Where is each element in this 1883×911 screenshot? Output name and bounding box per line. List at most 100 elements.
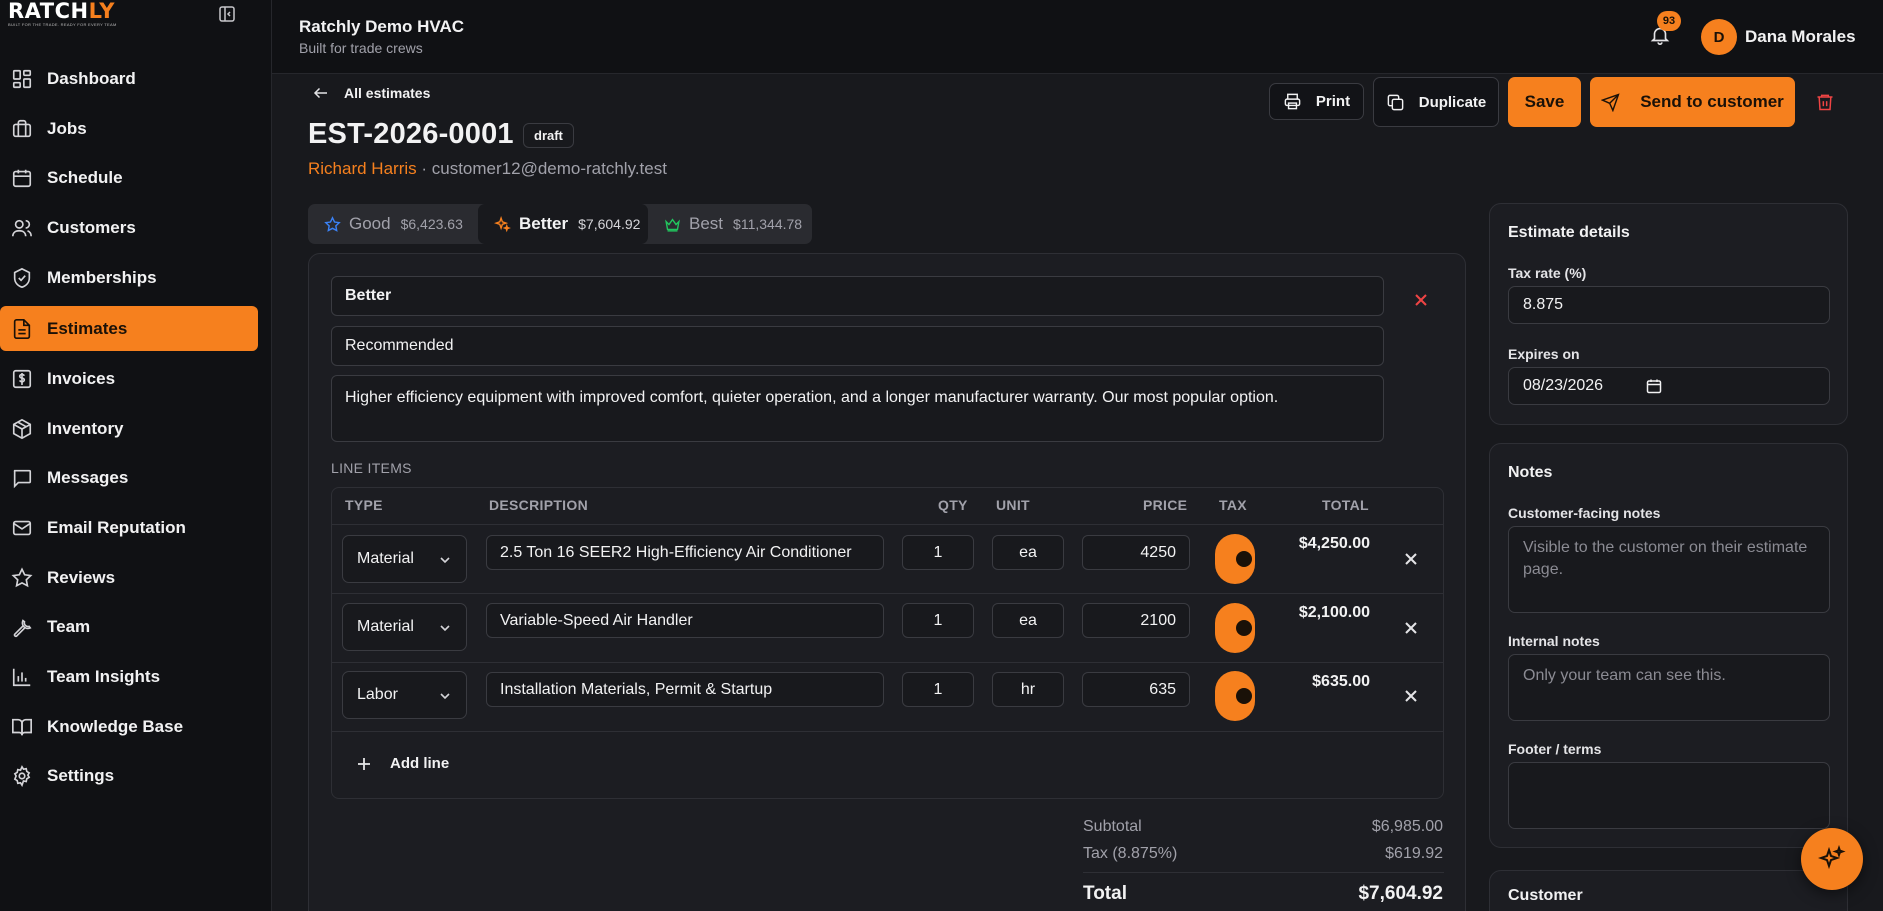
sidebar-item-label: Messages: [47, 467, 129, 487]
remove-line-close-icon[interactable]: [1403, 688, 1419, 704]
footer-terms-label: Footer / terms: [1508, 741, 1602, 757]
chevron-down-icon: [438, 553, 452, 567]
notification-count-badge: 93: [1657, 11, 1681, 31]
top-header: Ratchly Demo HVAC Built for trade crews …: [272, 0, 1883, 74]
sidebar-item-jobs[interactable]: Jobs: [0, 106, 258, 151]
customer-notes-textarea[interactable]: Visible to the customer on their estimat…: [1508, 526, 1830, 613]
arrow-left-icon: [312, 84, 330, 102]
line-price-input[interactable]: 2100: [1082, 603, 1190, 638]
option-description-textarea[interactable]: Higher efficiency equipment with improve…: [331, 375, 1384, 442]
expires-on-date-input[interactable]: 08/23/2026: [1508, 367, 1830, 405]
back-link-label: All estimates: [344, 85, 431, 101]
sidebar-item-customers[interactable]: Customers: [0, 205, 258, 250]
internal-notes-textarea[interactable]: Only your team can see this.: [1508, 654, 1830, 721]
user-avatar[interactable]: D: [1701, 19, 1737, 55]
remove-line-close-icon[interactable]: [1403, 551, 1419, 567]
sidebar-item-knowledge-base[interactable]: Knowledge Base: [0, 704, 258, 749]
invoice-dollar-icon: [11, 368, 33, 390]
sidebar-item-settings[interactable]: Settings: [0, 753, 258, 798]
footer-terms-textarea[interactable]: [1508, 762, 1830, 829]
calendar-picker-icon[interactable]: [1646, 378, 1662, 394]
sidebar-item-label: Memberships: [47, 267, 157, 287]
column-header-price: PRICE: [1143, 497, 1188, 513]
line-qty-input[interactable]: 1: [902, 535, 974, 570]
toggle-knob: [1236, 620, 1252, 636]
row-divider: [332, 524, 1443, 525]
row-divider: [332, 662, 1443, 663]
sidebar-item-messages[interactable]: Messages: [0, 455, 258, 500]
line-type-select[interactable]: Labor: [342, 671, 467, 719]
sidebar-item-memberships[interactable]: Memberships: [0, 255, 258, 300]
column-header-type: TYPE: [345, 497, 383, 513]
line-unit-input[interactable]: ea: [992, 603, 1064, 638]
line-tax-toggle[interactable]: [1215, 671, 1255, 721]
tax-rate-input[interactable]: 8.875: [1508, 286, 1830, 324]
add-line-button[interactable]: Add line: [356, 755, 449, 772]
ai-assistant-button[interactable]: [1801, 828, 1863, 890]
line-qty-input[interactable]: 1: [902, 603, 974, 638]
sidebar-item-inventory[interactable]: Inventory: [0, 406, 258, 451]
sidebar: RATCHLY BUILT FOR THE TRADE. READY FOR E…: [0, 0, 272, 911]
option-name-input[interactable]: Better: [331, 276, 1384, 316]
sidebar-item-team-insights[interactable]: Team Insights: [0, 654, 258, 699]
remove-line-close-icon[interactable]: [1403, 620, 1419, 636]
column-header-total: TOTAL: [1322, 497, 1369, 513]
tax-rate-label: Tax rate (%): [1508, 265, 1587, 281]
print-label: Print: [1315, 93, 1351, 110]
expires-on-label: Expires on: [1508, 346, 1580, 362]
user-name[interactable]: Dana Morales: [1745, 27, 1856, 47]
line-description-input[interactable]: 2.5 Ton 16 SEER2 High-Efficiency Air Con…: [486, 535, 884, 570]
line-tax-toggle[interactable]: [1215, 534, 1255, 584]
tier-tab-best[interactable]: Best $11,344.78: [648, 204, 812, 244]
tier-tabs: Good $6,423.63 Better $7,604.92 Best $11…: [308, 204, 812, 244]
line-price-input[interactable]: 635: [1082, 672, 1190, 707]
line-type-select[interactable]: Material: [342, 603, 467, 651]
sidebar-item-schedule[interactable]: Schedule: [0, 155, 258, 200]
save-button[interactable]: Save: [1508, 77, 1581, 127]
sidebar-item-estimates[interactable]: Estimates: [0, 306, 258, 351]
option-label-input[interactable]: Recommended: [331, 326, 1384, 366]
line-type-select[interactable]: Material: [342, 535, 467, 583]
book-icon: [11, 716, 33, 738]
sidebar-collapse-icon[interactable]: [218, 5, 236, 23]
total-value: $7,604.92: [1358, 883, 1443, 904]
send-label: Send to customer: [1640, 92, 1784, 111]
sidebar-item-invoices[interactable]: Invoices: [0, 356, 258, 401]
print-button[interactable]: Print: [1269, 83, 1364, 120]
tier-tab-good[interactable]: Good $6,423.63: [308, 204, 478, 244]
sidebar-item-email-reputation[interactable]: Email Reputation: [0, 505, 258, 550]
delete-trash-icon[interactable]: [1815, 91, 1835, 113]
tier-tab-better[interactable]: Better $7,604.92: [478, 204, 648, 244]
sidebar-item-team[interactable]: Team: [0, 604, 258, 649]
line-qty-input[interactable]: 1: [902, 672, 974, 707]
remove-option-close-icon[interactable]: [1411, 290, 1431, 310]
org-name: Ratchly Demo HVAC: [299, 17, 464, 36]
send-icon: [1601, 92, 1620, 112]
tax-value: $619.92: [1385, 845, 1443, 862]
plus-icon: [356, 756, 372, 772]
line-unit-input[interactable]: hr: [992, 672, 1064, 707]
sidebar-item-label: Invoices: [47, 368, 116, 388]
line-description-input[interactable]: Installation Materials, Permit & Startup: [486, 672, 884, 707]
column-header-description: DESCRIPTION: [489, 497, 588, 513]
line-price-input[interactable]: 4250: [1082, 535, 1190, 570]
sidebar-item-label: Team Insights: [47, 666, 161, 686]
customer-name-link[interactable]: Richard Harris: [308, 159, 417, 178]
sidebar-item-label: Inventory: [47, 418, 124, 438]
sidebar-item-reviews[interactable]: Reviews: [0, 555, 258, 600]
printer-icon: [1283, 92, 1302, 111]
star-icon: [11, 566, 33, 589]
users-icon: [11, 217, 33, 239]
back-to-estimates-link[interactable]: All estimates: [312, 84, 430, 102]
ratchly-logo[interactable]: RATCHLY BUILT FOR THE TRADE. READY FOR E…: [8, 0, 117, 27]
line-description-input[interactable]: Variable-Speed Air Handler: [486, 603, 884, 638]
sidebar-item-dashboard[interactable]: Dashboard: [0, 56, 258, 101]
duplicate-button[interactable]: Duplicate: [1373, 77, 1499, 127]
line-tax-toggle[interactable]: [1215, 603, 1255, 653]
customer-email: customer12@demo-ratchly.test: [431, 159, 667, 178]
line-unit-input[interactable]: ea: [992, 535, 1064, 570]
message-icon: [11, 467, 33, 489]
add-line-label: Add line: [390, 755, 450, 772]
send-to-customer-button[interactable]: Send to customer: [1590, 77, 1795, 127]
sidebar-item-label: Schedule: [47, 167, 123, 187]
